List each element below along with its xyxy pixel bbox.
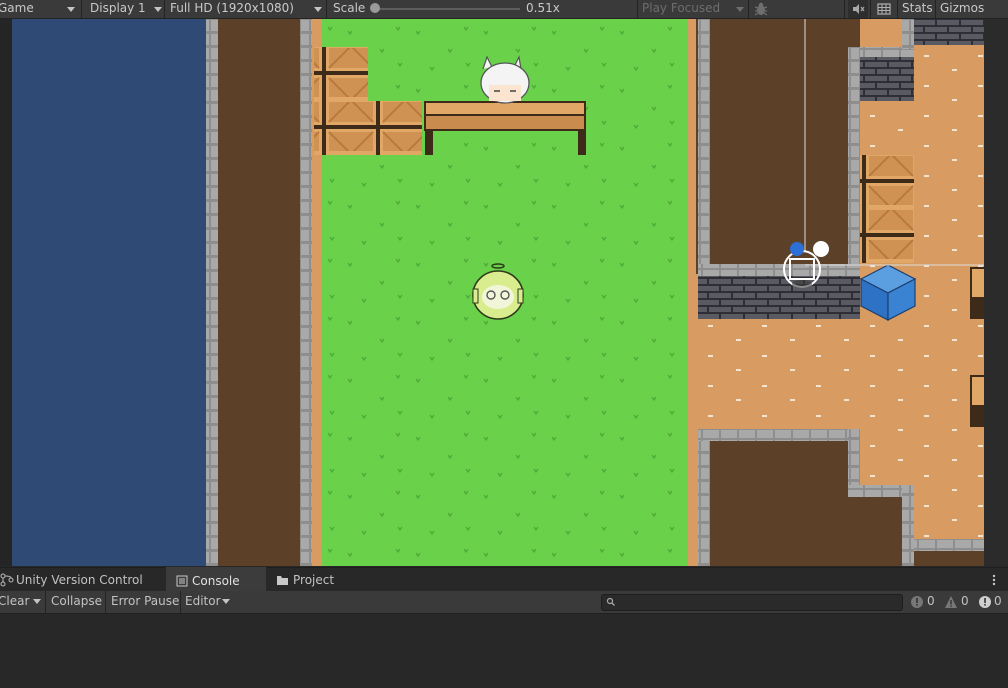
divider bbox=[164, 0, 165, 18]
scale-value: 0.51x bbox=[526, 1, 560, 15]
play-mode-dropdown[interactable]: Play Focused bbox=[642, 0, 720, 18]
crate bbox=[314, 101, 368, 155]
search-icon bbox=[606, 597, 615, 606]
scale-slider-handle[interactable] bbox=[370, 3, 380, 13]
divider bbox=[105, 591, 106, 613]
tab-unity-version-control[interactable]: Unity Version Control bbox=[0, 568, 164, 592]
crate bbox=[368, 101, 422, 155]
info-count: 0 bbox=[927, 594, 935, 608]
panel-tab-bar: Unity Version Control Console Project bbox=[0, 567, 1008, 593]
search-input[interactable] bbox=[601, 594, 903, 611]
info-icon bbox=[911, 596, 923, 608]
chevron-down-icon bbox=[67, 7, 75, 12]
folder-icon bbox=[277, 576, 288, 585]
crate bbox=[860, 209, 914, 263]
divider bbox=[81, 0, 82, 18]
divider bbox=[45, 591, 46, 613]
game-scene bbox=[0, 19, 984, 566]
display-dropdown[interactable]: Display 1 bbox=[90, 0, 146, 18]
tab-label: Console bbox=[192, 574, 240, 588]
dark-brick-wall bbox=[698, 276, 860, 319]
dirt-path bbox=[218, 19, 300, 566]
view-dropdown[interactable]: Game bbox=[0, 0, 34, 18]
divider bbox=[180, 591, 181, 613]
divider bbox=[897, 0, 898, 18]
error-pause-toggle[interactable]: Error Pause bbox=[111, 591, 179, 613]
scale-slider-track[interactable] bbox=[372, 8, 520, 10]
console-icon bbox=[176, 575, 188, 587]
warning-count: 0 bbox=[961, 594, 969, 608]
divider bbox=[637, 0, 638, 18]
divider bbox=[870, 0, 871, 18]
game-viewport[interactable] bbox=[0, 19, 1008, 566]
chevron-down-icon bbox=[736, 7, 744, 12]
mute-icon[interactable] bbox=[848, 0, 868, 18]
grid-icon[interactable] bbox=[874, 0, 894, 18]
chevron-down-icon bbox=[154, 7, 162, 12]
console-toolbar: Clear Collapse Error Pause Editor 0 0 0 bbox=[0, 591, 1008, 614]
divider bbox=[935, 0, 936, 18]
crate bbox=[860, 155, 914, 209]
branch-icon bbox=[0, 573, 14, 587]
game-view-toolbar: Game Display 1 Full HD (1920x1080) Scale… bbox=[0, 0, 1008, 19]
error-icon bbox=[979, 596, 991, 608]
tab-label: Project bbox=[293, 573, 335, 587]
chevron-down-icon bbox=[222, 599, 230, 604]
chevron-down-icon[interactable] bbox=[33, 599, 41, 604]
tab-console[interactable]: Console bbox=[166, 567, 266, 593]
stats-button[interactable]: Stats bbox=[902, 0, 933, 18]
scale-label: Scale bbox=[333, 1, 366, 15]
resolution-dropdown[interactable]: Full HD (1920x1080) bbox=[170, 0, 294, 18]
chevron-down-icon bbox=[314, 7, 322, 12]
tab-label: Unity Version Control bbox=[16, 573, 143, 587]
bug-icon[interactable] bbox=[752, 0, 770, 18]
tab-project[interactable]: Project bbox=[270, 568, 350, 592]
console-log-area[interactable] bbox=[0, 614, 1008, 688]
water-area bbox=[12, 19, 206, 566]
divider bbox=[748, 0, 749, 18]
gizmos-button[interactable]: Gizmos bbox=[940, 0, 984, 18]
collapse-toggle[interactable]: Collapse bbox=[51, 591, 102, 613]
crate bbox=[314, 47, 368, 101]
menu-icon[interactable] bbox=[990, 568, 1000, 592]
warning-icon bbox=[945, 596, 957, 608]
divider bbox=[844, 0, 845, 18]
error-count: 0 bbox=[994, 594, 1002, 608]
clear-button[interactable]: Clear bbox=[0, 591, 29, 613]
divider bbox=[326, 0, 327, 18]
editor-dropdown[interactable]: Editor bbox=[185, 591, 221, 613]
